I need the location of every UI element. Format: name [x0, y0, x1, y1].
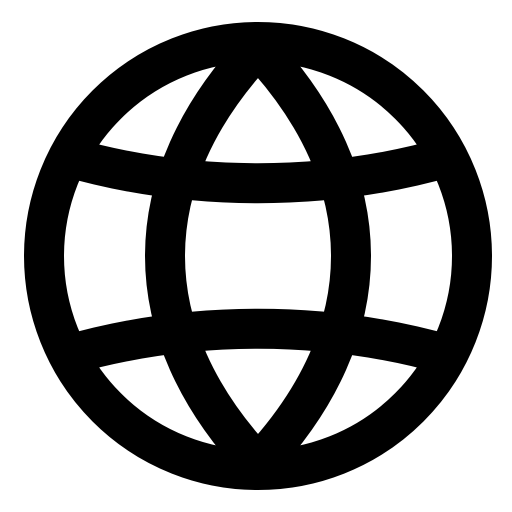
- globe-icon-svg: [24, 22, 492, 490]
- globe-outline: [24, 22, 492, 490]
- globe-parallel-top: [62, 137, 454, 204]
- globe-icon: [0, 0, 512, 512]
- globe-parallel-bottom: [62, 308, 454, 375]
- globe-meridian: [145, 28, 371, 484]
